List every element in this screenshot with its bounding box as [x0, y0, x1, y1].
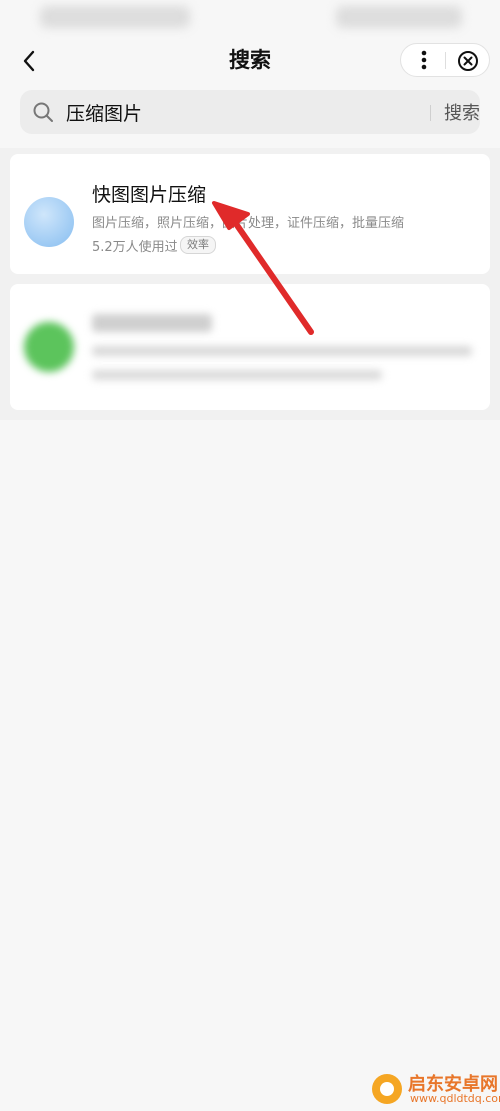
- result-card-blurred[interactable]: [10, 284, 490, 410]
- status-bar-right-text: [336, 6, 462, 28]
- result-card[interactable]: 快图图片压缩 图片压缩，照片压缩，图片处理，证件压缩，批量压缩 5.2万人使用过…: [10, 154, 490, 274]
- blurred-title: [92, 314, 212, 332]
- capsule-menu: [400, 43, 490, 77]
- blurred-description: [92, 346, 472, 356]
- search-icon: [33, 102, 53, 122]
- status-bar-left-text: [40, 6, 190, 28]
- search-input[interactable]: [66, 97, 406, 127]
- search-button[interactable]: 搜索: [444, 99, 480, 125]
- watermark-url: www.qdldtdq.com: [410, 1092, 500, 1105]
- category-tag: 效率: [180, 236, 216, 254]
- results-panel: 快图图片压缩 图片压缩，照片压缩，图片处理，证件压缩，批量压缩 5.2万人使用过…: [0, 148, 500, 420]
- close-button[interactable]: [456, 49, 480, 73]
- search-bar: 搜索: [20, 90, 480, 134]
- capsule-divider: [445, 52, 446, 69]
- close-circle-icon: [458, 51, 478, 71]
- watermark: 启东安卓网 www.qdldtdq.com: [372, 1068, 500, 1111]
- more-button[interactable]: [413, 48, 435, 72]
- result-title: 快图图片压缩: [92, 184, 207, 206]
- watermark-logo-icon: [372, 1074, 402, 1104]
- status-bar: [0, 0, 500, 36]
- blurred-description-2: [92, 370, 382, 380]
- nav-bar: 搜索: [0, 36, 500, 84]
- result-description: 图片压缩，照片压缩，图片处理，证件压缩，批量压缩: [92, 216, 405, 231]
- app-icon-blurred: [24, 322, 74, 372]
- app-icon: [24, 197, 74, 247]
- search-divider: [430, 105, 431, 121]
- more-dots-icon: [421, 50, 427, 70]
- result-usage-count: 5.2万人使用过: [92, 240, 178, 255]
